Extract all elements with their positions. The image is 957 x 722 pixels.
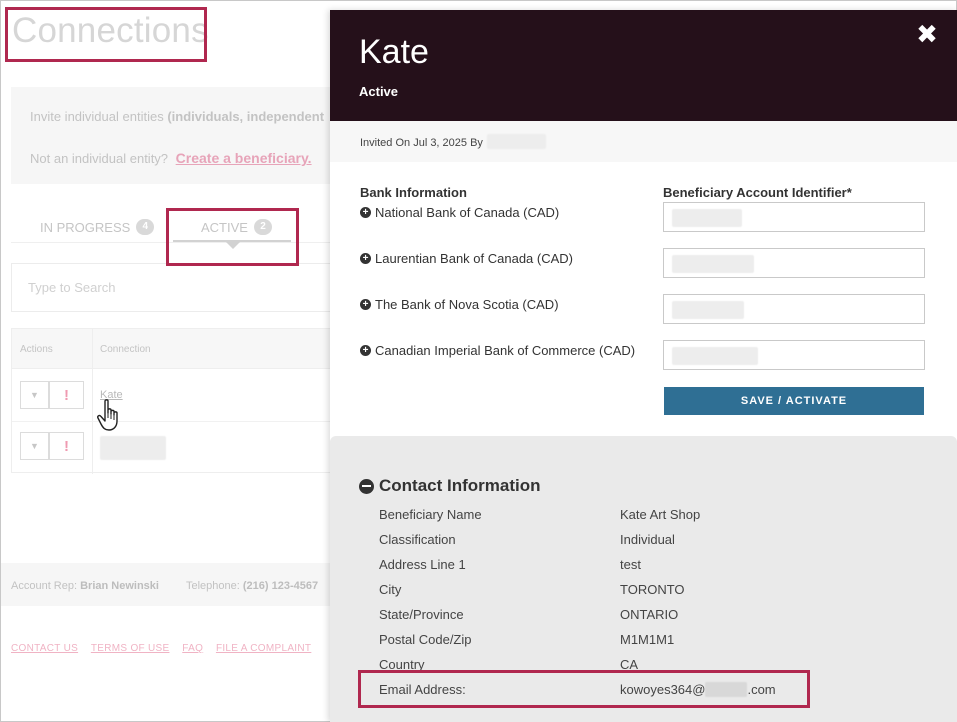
tab-active[interactable]: ACTIVE 2 bbox=[201, 219, 272, 235]
contact-us-link[interactable]: CONTACT US bbox=[11, 643, 78, 654]
field-value: TORONTO bbox=[620, 582, 685, 597]
field-label: Country bbox=[379, 657, 425, 672]
not-individual-text: Not an individual entity? bbox=[30, 151, 169, 166]
search-field[interactable] bbox=[11, 263, 336, 312]
plus-circle-icon: + bbox=[360, 207, 371, 218]
account-identifier-heading: Beneficiary Account Identifier* bbox=[663, 185, 852, 200]
bank-item[interactable]: + National Bank of Canada (CAD) bbox=[360, 205, 559, 220]
footer-links: CONTACT US TERMS OF USE FAQ FILE A COMPL… bbox=[11, 643, 321, 654]
status-label: Active bbox=[359, 84, 399, 99]
account-rep-label: Account Rep: bbox=[11, 580, 78, 592]
tab-active-label: ACTIVE bbox=[201, 219, 248, 235]
redacted-account-value bbox=[672, 209, 742, 227]
tabs-divider bbox=[11, 242, 331, 243]
exclamation-icon: ! bbox=[64, 437, 69, 455]
panel-header: Kate Active ✖ bbox=[330, 10, 957, 121]
plus-circle-icon: + bbox=[360, 345, 371, 356]
account-identifier-input[interactable] bbox=[663, 294, 925, 324]
plus-circle-icon: + bbox=[360, 299, 371, 310]
redacted-account-value bbox=[672, 347, 758, 365]
redacted-account-value bbox=[672, 301, 744, 319]
contact-information-heading: Contact Information bbox=[379, 476, 541, 495]
email-prefix: kowoyes364@ bbox=[620, 682, 706, 697]
chevron-down-icon: ▼ bbox=[30, 441, 39, 451]
close-icon[interactable]: ✖ bbox=[914, 21, 940, 47]
telephone-label: Telephone: bbox=[186, 580, 240, 592]
terms-of-use-link[interactable]: TERMS OF USE bbox=[91, 643, 170, 654]
tab-in-progress-count: 4 bbox=[136, 219, 155, 235]
hand-pointer-icon bbox=[97, 399, 118, 431]
bank-item[interactable]: + Laurentian Bank of Canada (CAD) bbox=[360, 251, 573, 266]
field-value: test bbox=[620, 557, 641, 572]
minus-circle-icon bbox=[359, 478, 374, 494]
invite-description: Invite individual entities (individuals,… bbox=[30, 109, 324, 124]
invite-bold-text: (individuals, independent bbox=[167, 109, 325, 124]
exclamation-icon: ! bbox=[64, 386, 69, 404]
field-label: Classification bbox=[379, 532, 456, 547]
row-divider bbox=[12, 421, 335, 422]
invited-info: Invited On Jul 3, 2025 By bbox=[360, 137, 483, 149]
redacted-email-domain bbox=[705, 682, 748, 697]
field-value: Individual bbox=[620, 532, 675, 547]
bank-item[interactable]: + Canadian Imperial Bank of Commerce (CA… bbox=[360, 343, 635, 358]
contact-information-toggle[interactable]: Contact Information bbox=[359, 476, 541, 496]
faq-link[interactable]: FAQ bbox=[182, 643, 203, 654]
account-rep-name: Brian Newinski bbox=[80, 580, 159, 592]
tab-in-progress[interactable]: IN PROGRESS 4 bbox=[40, 219, 155, 235]
row-alert-button[interactable]: ! bbox=[49, 381, 84, 409]
field-value: CA bbox=[620, 657, 639, 672]
field-value: ONTARIO bbox=[620, 607, 679, 622]
bank-name: Laurentian Bank of Canada (CAD) bbox=[375, 251, 574, 266]
tab-in-progress-label: IN PROGRESS bbox=[40, 219, 131, 235]
connection-column-header: Connection bbox=[100, 344, 151, 355]
field-label: Beneficiary Name bbox=[379, 507, 482, 522]
email-suffix: .com bbox=[747, 682, 776, 697]
plus-circle-icon: + bbox=[360, 253, 371, 264]
connections-table: Actions Connection ▼ ! Kate ▼ ! bbox=[11, 328, 336, 474]
active-tab-highlight bbox=[166, 208, 299, 266]
bank-information-heading: Bank Information bbox=[360, 185, 467, 200]
beneficiary-detail-panel: Kate Active ✖ Invited On Jul 3, 2025 By … bbox=[330, 10, 957, 722]
redacted-inviter bbox=[487, 134, 546, 149]
create-beneficiary-link[interactable]: Create a beneficiary. bbox=[176, 150, 312, 166]
not-individual-note: Not an individual entity? Create a benef… bbox=[30, 150, 312, 166]
search-input[interactable] bbox=[12, 264, 335, 311]
invite-panel: Invite individual entities (individuals,… bbox=[11, 87, 341, 184]
field-label: State/Province bbox=[379, 607, 464, 622]
account-identifier-input[interactable] bbox=[663, 202, 925, 232]
file-complaint-link[interactable]: FILE A COMPLAINT bbox=[216, 643, 311, 654]
telephone: Telephone: (216) 123-4567 bbox=[186, 580, 318, 592]
actions-column-header: Actions bbox=[20, 344, 53, 355]
beneficiary-name-heading: Kate bbox=[359, 33, 429, 71]
field-label: City bbox=[379, 582, 402, 597]
email-label: Email Address: bbox=[379, 682, 466, 697]
invite-text: Invite individual entities bbox=[30, 109, 164, 124]
field-label: Postal Code/Zip bbox=[379, 632, 472, 647]
email-value: kowoyes364@ .com bbox=[620, 682, 776, 697]
bank-name: National Bank of Canada (CAD) bbox=[375, 205, 560, 220]
field-label: Address Line 1 bbox=[379, 557, 466, 572]
active-tab-caret bbox=[226, 242, 240, 249]
save-activate-button[interactable]: SAVE / ACTIVATE bbox=[664, 387, 924, 415]
row-alert-button[interactable]: ! bbox=[49, 432, 84, 460]
telephone-value: (216) 123-4567 bbox=[242, 580, 319, 592]
bank-item[interactable]: + The Bank of Nova Scotia (CAD) bbox=[360, 297, 559, 312]
table-header: Actions Connection bbox=[12, 329, 335, 369]
field-value: M1M1M1 bbox=[620, 632, 675, 647]
tab-active-count: 2 bbox=[253, 219, 272, 235]
account-identifier-input[interactable] bbox=[663, 340, 925, 370]
bank-name: Canadian Imperial Bank of Commerce (CAD) bbox=[375, 343, 636, 358]
row-dropdown-button[interactable]: ▼ bbox=[20, 432, 49, 460]
row-dropdown-button[interactable]: ▼ bbox=[20, 381, 49, 409]
field-value: Kate Art Shop bbox=[620, 507, 701, 522]
chevron-down-icon: ▼ bbox=[30, 390, 39, 400]
bank-name: The Bank of Nova Scotia (CAD) bbox=[375, 297, 559, 312]
account-rep: Account Rep: Brian Newinski bbox=[11, 580, 159, 592]
redacted-account-value bbox=[672, 255, 754, 273]
column-divider bbox=[92, 329, 93, 474]
page-title: Connections bbox=[12, 11, 209, 50]
redacted-connection-name bbox=[100, 436, 166, 460]
account-identifier-input[interactable] bbox=[663, 248, 925, 278]
